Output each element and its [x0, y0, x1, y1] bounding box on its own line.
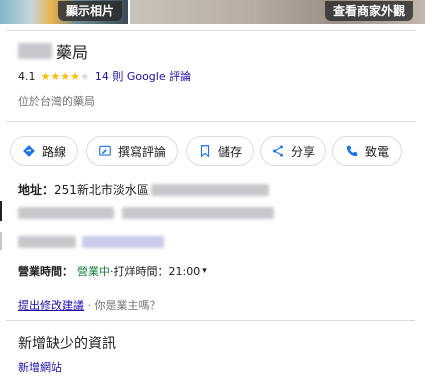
directions-label: 路線 [41, 144, 66, 159]
edge-marker [0, 232, 2, 250]
suggest-separator: · [84, 299, 95, 312]
photo-strip: 顯示相片 查看商家外觀 [0, 0, 425, 26]
share-button[interactable]: 分享 [260, 136, 326, 166]
star-rating-icon: ★★★★★ [40, 69, 90, 83]
bookmark-icon [200, 145, 210, 158]
hours-label: 營業時間： [18, 265, 73, 278]
suggest-row: 提出修改建議 · 你是業主嗎？ [18, 297, 161, 313]
redacted-info [18, 236, 76, 248]
place-title: 藥局 [18, 40, 88, 62]
redacted-name [18, 43, 52, 59]
hours-row: 營業時間： 營業中 · 打烊時間：21:00 ▾ [18, 263, 207, 279]
redacted-phone [82, 236, 164, 248]
divider [6, 30, 415, 31]
suggest-edit-link[interactable]: 提出修改建議 [18, 299, 84, 312]
address-label: 地址： [18, 183, 55, 197]
write-review-button[interactable]: 撰寫評論 [86, 136, 178, 166]
rating-row: 4.1 ★★★★★ 14 則 Google 評論 [18, 68, 191, 84]
action-bar: 路線 撰寫評論 儲存 分享 致電 [10, 136, 420, 168]
address-value[interactable]: 251新北市淡水區 [54, 181, 149, 198]
owner-question-link[interactable]: 你是業主嗎？ [95, 299, 161, 312]
directions-icon [23, 145, 35, 157]
open-status: 營業中 [77, 265, 110, 278]
phone-icon [346, 145, 358, 157]
missing-info-title: 新增缺少的資訊 [18, 336, 116, 352]
share-icon [273, 145, 283, 157]
share-label: 分享 [290, 144, 315, 159]
write-review-label: 撰寫評論 [117, 144, 166, 159]
redacted-address [150, 183, 269, 196]
divider [6, 121, 415, 122]
show-photos-button[interactable]: 顯示相片 [58, 1, 123, 21]
place-category: 位於台灣的藥局 [18, 95, 95, 108]
add-website-link[interactable]: 新增網站 [18, 359, 62, 375]
reviews-link[interactable]: 14 則 Google 評論 [95, 68, 191, 84]
rating-value: 4.1 [18, 69, 36, 83]
divider [6, 320, 415, 321]
call-button[interactable]: 致電 [332, 136, 402, 166]
view-exterior-button[interactable]: 查看商家外觀 [324, 1, 413, 21]
closing-time[interactable]: 打烊時間：21:00 [114, 263, 201, 279]
save-button[interactable]: 儲存 [186, 136, 254, 166]
edge-marker [0, 201, 2, 221]
save-label: 儲存 [217, 144, 242, 159]
chevron-down-icon[interactable]: ▾ [202, 266, 207, 276]
redacted-info [18, 207, 114, 219]
directions-button[interactable]: 路線 [10, 136, 78, 166]
call-label: 致電 [364, 144, 389, 159]
place-name-suffix: 藥局 [56, 43, 89, 62]
redacted-info [122, 207, 274, 219]
address-row: 地址： 251新北市淡水區 [18, 181, 269, 198]
write-review-icon [99, 145, 111, 156]
